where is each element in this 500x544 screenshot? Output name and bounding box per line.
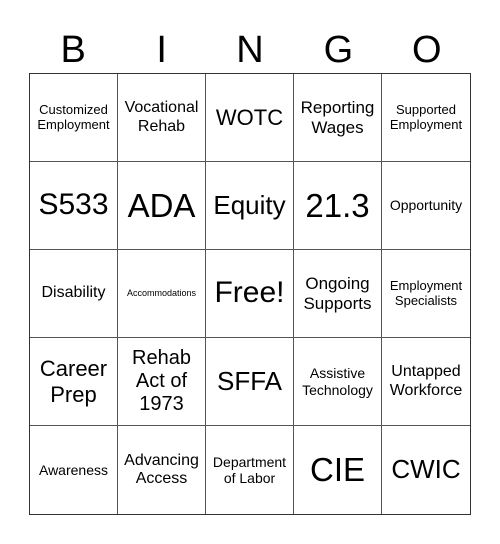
bingo-cell[interactable]: Reporting Wages [294,74,382,162]
bingo-cell[interactable]: Disability [30,250,118,338]
header-letter-i: I [156,29,167,71]
header-letter-o: O [412,29,442,71]
bingo-cell[interactable]: Rehab Act of 1973 [118,338,206,426]
bingo-cell[interactable]: 21.3 [294,162,382,250]
bingo-cell[interactable]: ADA [118,162,206,250]
bingo-cell[interactable]: Advancing Access [118,426,206,514]
bingo-cell[interactable]: Vocational Rehab [118,74,206,162]
bingo-cell[interactable]: Ongoing Supports [294,250,382,338]
bingo-cell[interactable]: Employment Specialists [382,250,470,338]
bingo-cell[interactable]: Career Prep [30,338,118,426]
bingo-cell[interactable]: Department of Labor [206,426,294,514]
bingo-cell[interactable]: WOTC [206,74,294,162]
bingo-cell[interactable]: S533 [30,162,118,250]
bingo-cell[interactable]: Awareness [30,426,118,514]
bingo-cell[interactable]: Opportunity [382,162,470,250]
header-letter-g: G [323,29,354,71]
bingo-header: B I N G O [29,28,471,72]
bingo-cell[interactable]: Customized Employment [30,74,118,162]
bingo-cell[interactable]: Accommodations [118,250,206,338]
bingo-cell[interactable]: Untapped Workforce [382,338,470,426]
bingo-cell[interactable]: CIE [294,426,382,514]
bingo-cell[interactable]: SFFA [206,338,294,426]
bingo-cell[interactable]: CWIC [382,426,470,514]
free-space-cell[interactable]: Free! [206,250,294,338]
bingo-cell[interactable]: Assistive Technology [294,338,382,426]
bingo-cell[interactable]: Equity [206,162,294,250]
header-letter-b: B [60,29,86,71]
bingo-cell[interactable]: Supported Employment [382,74,470,162]
bingo-grid: Customized Employment Vocational Rehab W… [29,73,471,515]
header-letter-n: N [236,29,264,71]
